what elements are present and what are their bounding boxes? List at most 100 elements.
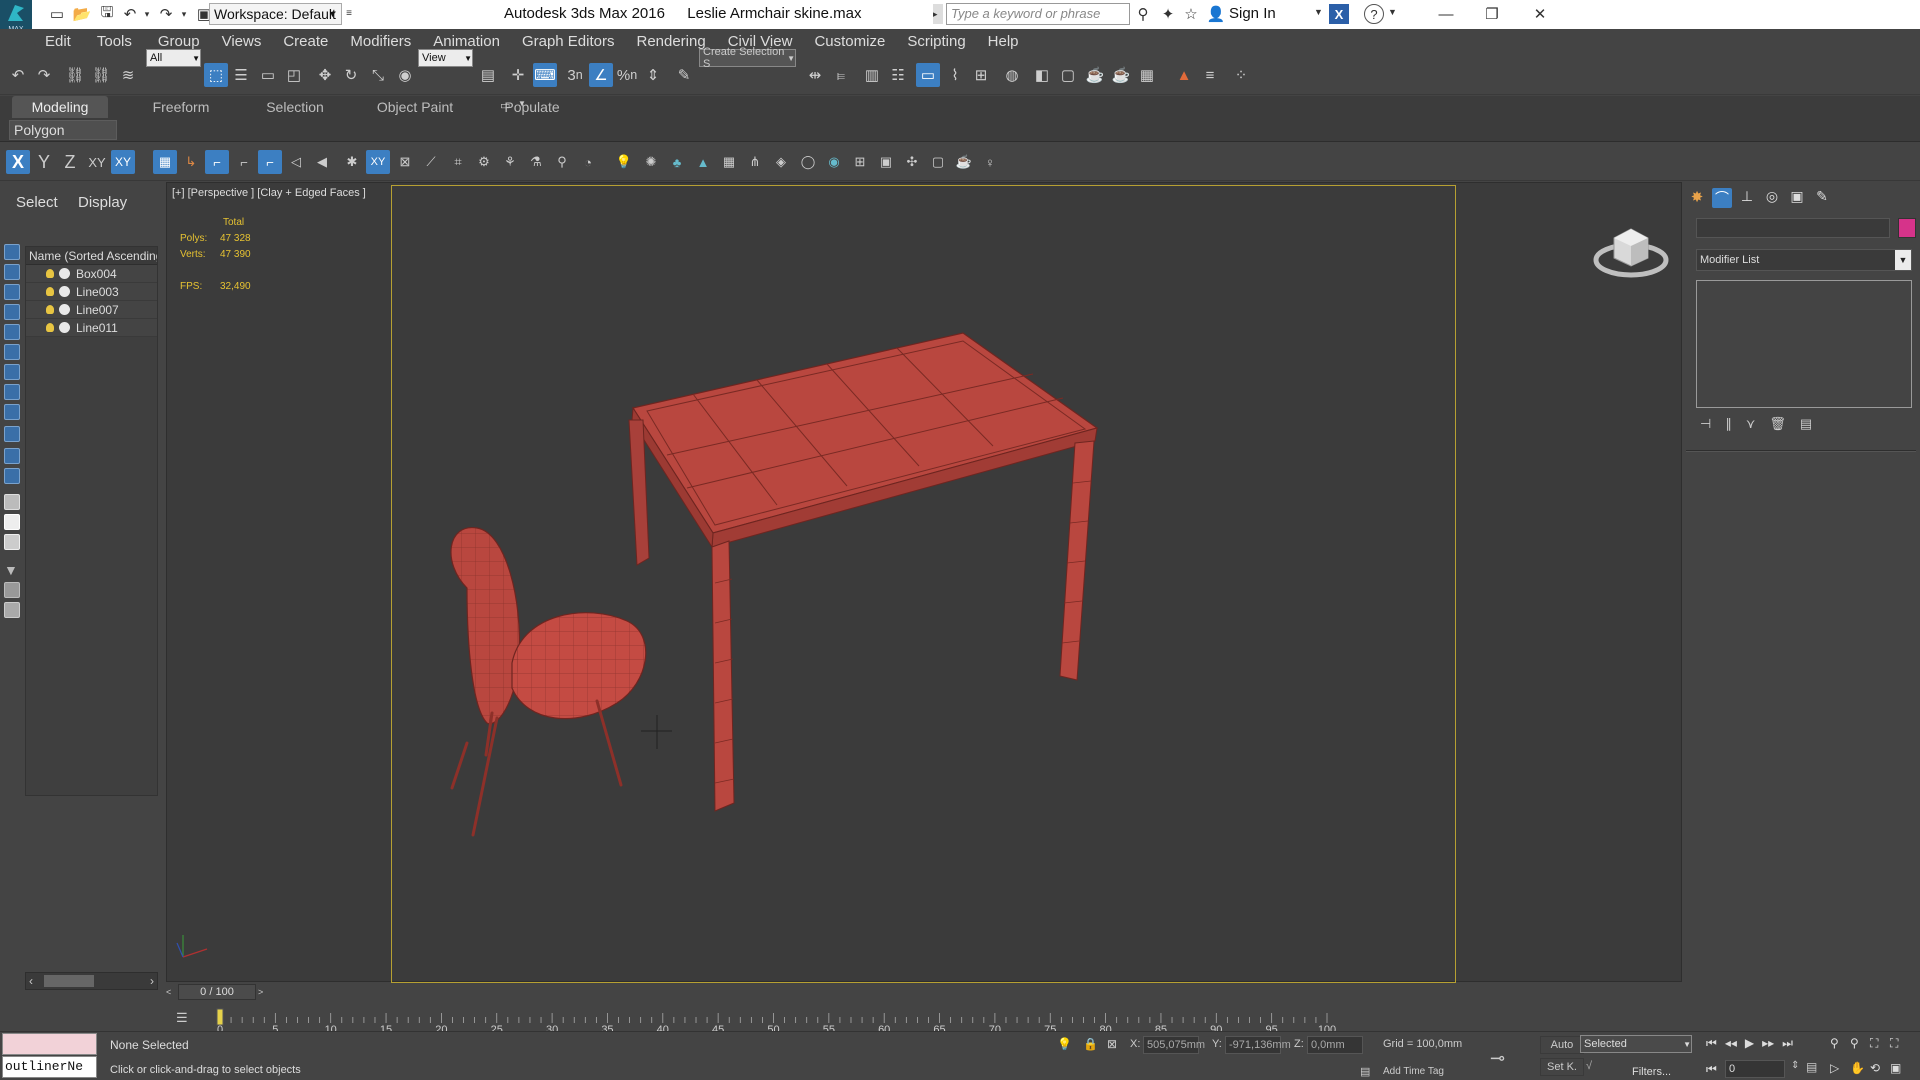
maxscript-listener-top[interactable] — [2, 1033, 97, 1055]
go-to-end-icon[interactable]: ⏭ — [1782, 1036, 1793, 1051]
open-file-icon[interactable]: 📂 — [72, 4, 92, 24]
help-icon[interactable]: ? — [1364, 4, 1384, 24]
reference-coordinate-dropdown[interactable]: View ▼ — [418, 49, 473, 67]
motion-tab-icon[interactable]: ◎ — [1762, 188, 1782, 208]
unlink-icon[interactable]: ⛓ — [89, 63, 113, 87]
toolstrip-icon-25[interactable]: ◯ — [796, 150, 820, 174]
sign-in-chevron-icon[interactable]: ▼ — [1314, 7, 1323, 17]
object-color-swatch[interactable] — [1898, 218, 1916, 238]
scene-object-row[interactable]: Line011 — [26, 319, 157, 337]
key-filters-button[interactable]: Filters... — [1632, 1066, 1671, 1078]
funnel-filter-icon[interactable]: ▼ — [4, 562, 20, 578]
options-icon[interactable] — [4, 602, 20, 618]
ribbon-options-icon[interactable]: ▭ — [500, 99, 514, 113]
ribbon-tab-selection[interactable]: Selection — [242, 96, 348, 118]
redo-dropdown-icon[interactable]: ▾ — [174, 4, 194, 24]
display-none-icon[interactable] — [4, 514, 20, 530]
display-all-icon[interactable] — [4, 494, 20, 510]
search-expand-arrow[interactable]: ▸ — [933, 4, 943, 24]
render-setup-icon[interactable]: ◧ — [1030, 63, 1054, 87]
time-slider-next-icon[interactable]: > — [258, 985, 270, 999]
frame-spinner-icon[interactable]: ⇕ — [1791, 1060, 1799, 1071]
filter-containers-icon[interactable] — [4, 426, 20, 442]
snap-pivot-icon[interactable]: ↳ — [179, 150, 203, 174]
select-and-place-icon[interactable]: ◉ — [393, 63, 417, 87]
snap-vertex-icon[interactable]: ⌐ — [205, 150, 229, 174]
save-icon[interactable]: 🖫 — [97, 4, 117, 24]
toolstrip-icon-30[interactable]: ▢ — [926, 150, 950, 174]
angle-snap-icon[interactable]: ∠ — [589, 63, 613, 87]
scene-object-row[interactable]: Box004 — [26, 265, 157, 283]
light-bulb-icon[interactable] — [46, 323, 54, 332]
time-configuration-icon[interactable]: ▤ — [1806, 1060, 1817, 1074]
select-and-link-icon[interactable]: ⛓ — [63, 63, 87, 87]
render-iterative-icon[interactable]: ☕ — [1109, 63, 1133, 87]
menu-graph-editors[interactable]: Graph Editors — [522, 29, 615, 55]
material-editor-icon[interactable]: ◍ — [1000, 63, 1024, 87]
binoculars-icon[interactable]: ⚲ — [1133, 4, 1153, 24]
menu-modifiers[interactable]: Modifiers — [350, 29, 411, 55]
toolstrip-icon-31[interactable]: ☕ — [952, 150, 976, 174]
display-tab-icon[interactable]: ▣ — [1787, 188, 1807, 208]
maxscript-mini-listener[interactable]: outlinerNe — [2, 1056, 97, 1078]
workspace-menu-button[interactable]: ≡ — [342, 3, 356, 25]
select-by-name-icon[interactable]: ☰ — [229, 63, 253, 87]
scene-object-row[interactable]: Line007 — [26, 301, 157, 319]
snap-midpoint-icon[interactable]: ⌐ — [258, 150, 282, 174]
scroll-left-icon[interactable]: ‹ — [29, 974, 33, 988]
scroll-thumb[interactable] — [44, 975, 94, 987]
freeze-icon[interactable] — [59, 322, 70, 333]
scene-explorer-scrollbar[interactable]: ‹ › — [25, 972, 158, 990]
bind-space-warp-icon[interactable]: ≋ — [116, 63, 140, 87]
zoom-extents-icon[interactable]: ⛶ — [1870, 1036, 1890, 1051]
pan-view-icon[interactable]: ✋ — [1850, 1061, 1870, 1075]
snap-axis-constraint-icon[interactable]: XY — [366, 150, 390, 174]
freeze-icon[interactable] — [59, 304, 70, 315]
help-chevron-icon[interactable]: ▼ — [1388, 7, 1397, 17]
auto-key-button[interactable]: Auto — [1540, 1036, 1584, 1054]
add-time-tag-button[interactable]: Add Time Tag — [1383, 1066, 1444, 1077]
edit-named-selection-icon[interactable]: ✎ — [672, 63, 696, 87]
tab-select[interactable]: Select — [16, 194, 58, 211]
restore-icon[interactable]: ❐ — [1482, 4, 1502, 24]
key-filter-selection-dropdown[interactable]: Selected ▼ — [1580, 1035, 1692, 1053]
render-in-cloud-icon[interactable]: ▦ — [1135, 63, 1159, 87]
snap-to-frozen-icon[interactable]: ✱ — [340, 150, 364, 174]
redo-icon[interactable]: ↷ — [32, 63, 56, 87]
filter-bones-icon[interactable] — [4, 404, 20, 420]
open-mini-curve-editor-icon[interactable]: ☰ — [176, 1010, 194, 1028]
light-bulb-icon[interactable]: 💡 — [612, 150, 636, 174]
snap-face-icon[interactable]: ◀ — [310, 150, 334, 174]
sign-in-link[interactable]: Sign In — [1229, 5, 1276, 22]
rectangular-selection-icon[interactable]: ▭ — [256, 63, 280, 87]
filter-groups-icon[interactable] — [4, 364, 20, 380]
ribbon-tab-freeform[interactable]: Freeform — [130, 96, 232, 118]
next-frame-icon[interactable]: ▸▸ — [1762, 1036, 1774, 1051]
set-key-button[interactable]: Set K. — [1540, 1058, 1584, 1076]
spinner-snap-icon[interactable]: ⇕ — [641, 63, 665, 87]
undo-dropdown-icon[interactable]: ▾ — [137, 4, 157, 24]
current-frame-field[interactable]: 0 — [1725, 1060, 1785, 1078]
find-icon[interactable] — [4, 582, 20, 598]
toolstrip-icon-28[interactable]: ▣ — [874, 150, 898, 174]
pivot-center-icon[interactable]: ▤ — [476, 63, 500, 87]
zoom-extents-all-icon[interactable]: ⛶ — [1890, 1036, 1910, 1051]
key-mode-toggle-icon[interactable]: ⏮ — [1706, 1062, 1717, 1077]
schematic-view-icon[interactable]: ⊞ — [969, 63, 993, 87]
make-unique-icon[interactable]: ⋎ — [1746, 416, 1756, 432]
go-to-start-icon[interactable]: ⏮ — [1706, 1036, 1717, 1051]
minimize-icon[interactable]: — — [1436, 4, 1456, 24]
modifier-list-dropdown[interactable]: Modifier List ▼ — [1696, 249, 1912, 271]
menu-edit[interactable]: Edit — [45, 29, 71, 55]
window-crossing-icon[interactable]: ◰ — [282, 63, 306, 87]
toolstrip-icon-14[interactable]: ⚘ — [498, 150, 522, 174]
menu-rendering[interactable]: Rendering — [636, 29, 705, 55]
toolstrip-icon-21[interactable]: ▲ — [691, 150, 715, 174]
polygon-modeling-panel-button[interactable]: Polygon Modeling — [9, 120, 117, 156]
current-frame-marker[interactable] — [216, 1008, 224, 1026]
axis-x-button[interactable]: X — [6, 150, 30, 174]
time-slider-prev-icon[interactable]: < — [166, 985, 178, 999]
menu-tools[interactable]: Tools — [97, 29, 132, 55]
new-file-icon[interactable]: ▭ — [47, 4, 67, 24]
scene-tree-header[interactable]: Name (Sorted Ascending) — [26, 247, 157, 265]
